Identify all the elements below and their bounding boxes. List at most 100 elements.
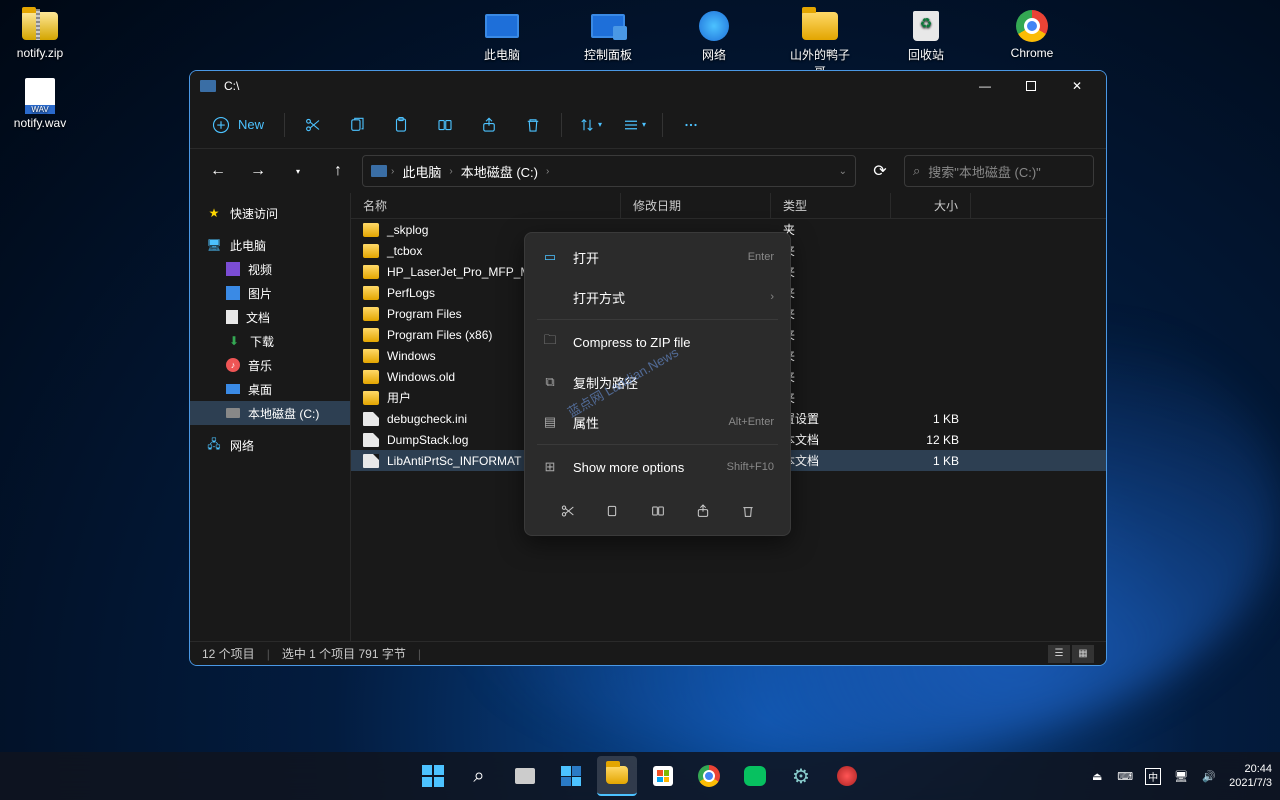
sidebar-quick-access[interactable]: ★快速访问 xyxy=(190,201,350,225)
column-date[interactable]: 修改日期 xyxy=(621,193,771,218)
details-view-button[interactable]: ☰ xyxy=(1048,645,1070,663)
folder-icon xyxy=(606,766,628,784)
ctx-open[interactable]: ▭ 打开 Enter xyxy=(529,237,786,277)
folder-icon xyxy=(802,12,838,40)
ctx-compress-zip[interactable]: 🗀 Compress to ZIP file xyxy=(529,322,786,362)
context-menu: ▭ 打开 Enter 打开方式 › 🗀 Compress to ZIP file… xyxy=(524,232,791,536)
disk-icon xyxy=(226,408,240,418)
gear-icon: ⚙ xyxy=(792,764,810,789)
column-size[interactable]: 大小 xyxy=(891,193,971,218)
search-button[interactable]: ⌕ xyxy=(459,756,499,796)
ctx-open-with[interactable]: 打开方式 › xyxy=(529,277,786,317)
ctx-cut-button[interactable] xyxy=(552,495,584,527)
store-icon xyxy=(653,766,673,786)
desktop-icon-notify-wav[interactable]: WAV notify.wav xyxy=(8,78,72,130)
share-icon xyxy=(480,116,498,134)
share-button[interactable] xyxy=(469,107,509,143)
music-icon: ♪ xyxy=(226,358,240,372)
minimize-button[interactable] xyxy=(962,71,1008,101)
settings-taskbtn[interactable]: ⚙ xyxy=(781,756,821,796)
rename-button[interactable] xyxy=(425,107,465,143)
sidebar-item-pictures[interactable]: 图片 xyxy=(190,281,350,305)
breadcrumb-segment[interactable]: 本地磁盘 (C:) xyxy=(457,160,542,183)
search-placeholder: 搜索"本地磁盘 (C:)" xyxy=(928,162,1041,181)
monitor-icon: 🖥 xyxy=(206,237,222,253)
sidebar-item-local-disk[interactable]: 本地磁盘 (C:) xyxy=(190,401,350,425)
control-panel-icon xyxy=(591,14,625,38)
sidebar-item-downloads[interactable]: ⬇下载 xyxy=(190,329,350,353)
refresh-button[interactable]: ⟳ xyxy=(864,155,896,187)
paste-button[interactable] xyxy=(381,107,421,143)
breadcrumb[interactable]: › 此电脑 › 本地磁盘 (C:) › ⌄ xyxy=(362,155,856,187)
sidebar-this-pc[interactable]: 🖥此电脑 xyxy=(190,233,350,257)
maximize-button[interactable] xyxy=(1008,71,1054,101)
chrome-taskbtn[interactable] xyxy=(689,756,729,796)
clock-date: 2021/7/3 xyxy=(1229,776,1272,790)
view-button[interactable]: ▾ xyxy=(614,107,654,143)
column-name[interactable]: 名称 xyxy=(351,193,621,218)
widgets-icon xyxy=(561,766,581,786)
tray-volume-icon[interactable]: 🔊 xyxy=(1201,768,1217,784)
task-view-button[interactable] xyxy=(505,756,545,796)
copy-button[interactable] xyxy=(337,107,377,143)
tray-keyboard-icon[interactable]: ⌨ xyxy=(1117,768,1133,784)
rename-icon xyxy=(436,116,454,134)
close-button[interactable] xyxy=(1054,71,1100,101)
ctx-show-more[interactable]: ⊞ Show more options Shift+F10 xyxy=(529,447,786,487)
more-button[interactable] xyxy=(671,107,711,143)
network-icon xyxy=(699,11,729,41)
folder-icon xyxy=(363,286,379,300)
widgets-button[interactable] xyxy=(551,756,591,796)
app-icon xyxy=(837,766,857,786)
start-button[interactable] xyxy=(413,756,453,796)
file-name: 用户 xyxy=(387,389,411,406)
ctx-delete-button[interactable] xyxy=(732,495,764,527)
chevron-down-icon[interactable]: ⌄ xyxy=(839,166,847,177)
app-taskbtn[interactable] xyxy=(827,756,867,796)
file-name: HP_LaserJet_Pro_MFP_M xyxy=(387,265,530,279)
forward-button[interactable]: → xyxy=(242,155,274,187)
ctx-copy-path[interactable]: ⧉ 复制为路径 xyxy=(529,362,786,402)
wav-icon: WAV xyxy=(25,78,55,114)
file-icon xyxy=(363,412,379,426)
ctx-share-button[interactable] xyxy=(687,495,719,527)
sidebar-item-documents[interactable]: 文档 xyxy=(190,305,350,329)
folder-icon xyxy=(363,370,379,384)
ctx-properties[interactable]: ▤ 属性 Alt+Enter xyxy=(529,402,786,442)
video-icon xyxy=(226,262,240,276)
cut-button[interactable] xyxy=(293,107,333,143)
selection-info: 选中 1 个项目 791 字节 xyxy=(282,645,406,662)
breadcrumb-segment[interactable]: 此电脑 xyxy=(398,160,445,183)
taskbar-clock[interactable]: 20:44 2021/7/3 xyxy=(1229,762,1272,791)
file-name: _tcbox xyxy=(387,244,422,258)
tray-ime-icon[interactable]: 中 xyxy=(1145,768,1161,784)
search-input[interactable]: ⌕ 搜索"本地磁盘 (C:)" xyxy=(904,155,1094,187)
store-taskbtn[interactable] xyxy=(643,756,683,796)
sidebar-network[interactable]: 🖧网络 xyxy=(190,433,350,457)
column-type[interactable]: 类型 xyxy=(771,193,891,218)
up-button[interactable]: ↑ xyxy=(322,155,354,187)
new-button[interactable]: New xyxy=(200,107,276,143)
file-name: debugcheck.ini xyxy=(387,412,467,426)
doc-icon xyxy=(226,310,238,324)
chrome-icon xyxy=(1016,10,1048,42)
folder-icon xyxy=(363,391,379,405)
sidebar-item-desktop[interactable]: 桌面 xyxy=(190,377,350,401)
ctx-rename-button[interactable] xyxy=(642,495,674,527)
file-explorer-taskbtn[interactable] xyxy=(597,756,637,796)
wechat-taskbtn[interactable] xyxy=(735,756,775,796)
ctx-copy-button[interactable] xyxy=(597,495,629,527)
delete-button[interactable] xyxy=(513,107,553,143)
folder-icon xyxy=(363,328,379,342)
recycle-bin-icon: ♻ xyxy=(913,11,939,41)
thumbnails-view-button[interactable]: ▦ xyxy=(1072,645,1094,663)
copy-icon xyxy=(605,503,621,519)
sidebar-item-video[interactable]: 视频 xyxy=(190,257,350,281)
back-button[interactable]: ← xyxy=(202,155,234,187)
tray-network-icon[interactable]: 🖥 xyxy=(1173,768,1189,784)
sidebar-item-music[interactable]: ♪音乐 xyxy=(190,353,350,377)
tray-usb-icon[interactable]: ⏏ xyxy=(1089,768,1105,784)
sort-button[interactable]: ▾ xyxy=(570,107,610,143)
recent-button[interactable]: ▾ xyxy=(282,155,314,187)
titlebar[interactable]: C:\ xyxy=(190,71,1106,101)
